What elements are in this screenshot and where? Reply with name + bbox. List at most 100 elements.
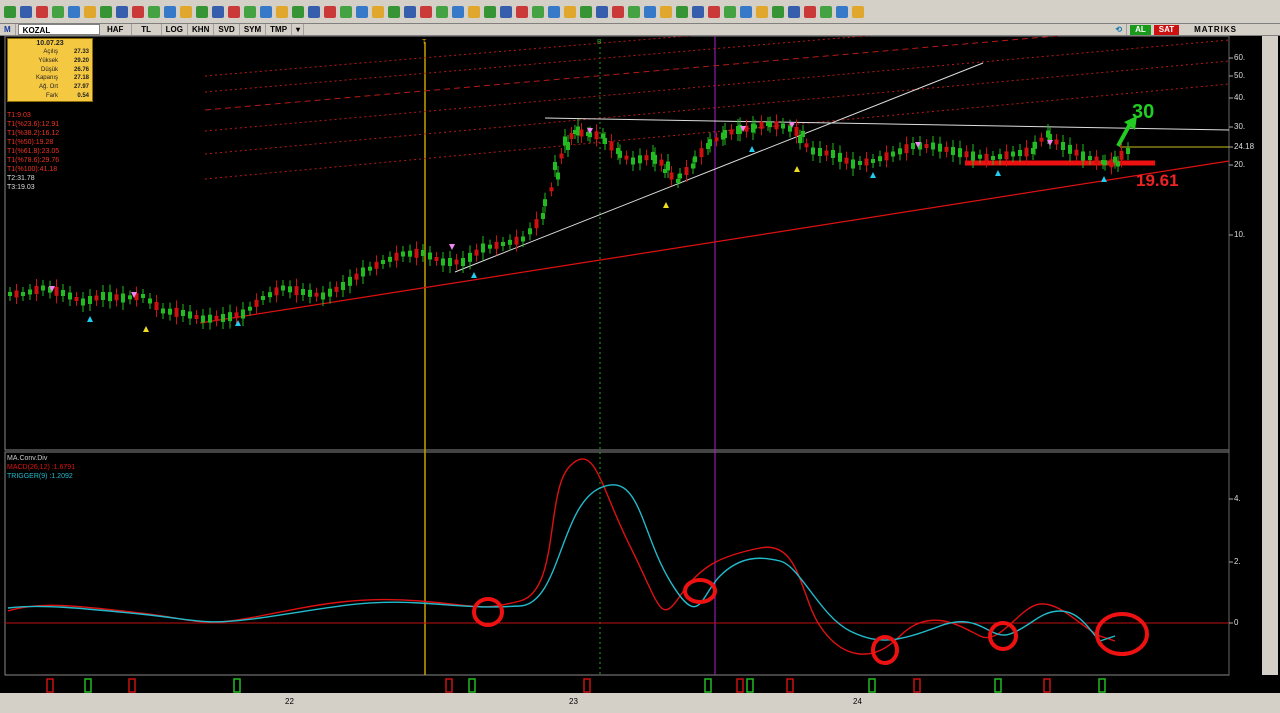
log-scale-button[interactable]: LOG [162,24,189,35]
candle-body [964,151,969,158]
candle-body [274,287,279,296]
buy-button[interactable]: AL [1130,24,1151,35]
channel-icon[interactable] [468,5,480,18]
channel-icon[interactable] [436,5,448,18]
candle-body [1081,151,1085,161]
sym-button[interactable]: SYM [240,24,267,35]
axis-tick-label: 30. [1234,122,1246,131]
speech-icon[interactable] [612,5,624,18]
tmp-button[interactable]: TMP [266,24,293,35]
chain-icon[interactable] [548,5,560,18]
period-button[interactable]: HAF [100,24,132,35]
candle-body [14,290,19,298]
shape-icon[interactable] [388,5,400,18]
text-icon[interactable] [180,5,192,18]
smiley-icon[interactable] [644,5,656,18]
magnet-icon[interactable] [100,5,112,18]
candle-body [951,147,955,155]
image-icon[interactable] [836,5,848,18]
currency-button[interactable]: TL [132,24,162,35]
candle-body [514,236,519,245]
equal-lines-icon[interactable] [164,5,176,18]
candle-body [938,143,942,152]
shape-icon[interactable] [372,5,384,18]
cursor-icon[interactable] [20,5,32,18]
arrow-icon[interactable] [788,5,800,18]
arrow-icon[interactable] [740,5,752,18]
candle-body [301,289,305,295]
arrow-icon[interactable] [692,5,704,18]
arrow-icon[interactable] [676,5,688,18]
buy-signal-arrow [1101,176,1107,182]
grid-icon[interactable] [532,5,544,18]
candle-body [381,260,385,264]
info-value: 27.33 [73,49,89,55]
candle-body [723,130,727,138]
pencil-icon[interactable] [260,5,272,18]
channel-icon[interactable] [516,5,528,18]
channel-icon[interactable] [484,5,496,18]
shape-icon[interactable] [308,5,320,18]
candle-body [368,266,372,271]
chain-icon[interactable] [564,5,576,18]
candle-body [221,314,225,322]
arrow-icon[interactable] [772,5,784,18]
equal-lines-icon[interactable] [148,5,160,18]
khn-button[interactable]: KHN [188,24,215,35]
highlight-circle [871,635,899,665]
mode-icon[interactable]: M [0,24,16,35]
candle-body [844,157,849,164]
crosshair-icon[interactable] [52,5,64,18]
erase-icon[interactable] [116,5,128,18]
candle-body [54,286,59,296]
yellow-signal-arrow [663,202,669,208]
zoom-icon[interactable] [804,5,816,18]
candle-body [838,152,842,162]
axis-tick-label: 60. [1234,53,1246,62]
candle-body [978,154,982,159]
channel-icon[interactable] [500,5,512,18]
line-icon[interactable] [196,5,208,18]
pencil-icon[interactable] [212,5,224,18]
symbol-input[interactable]: KOZAL [17,24,100,35]
line-icon[interactable] [68,5,80,18]
vertical-scrollbar[interactable] [1262,36,1278,675]
candle-body [74,297,79,301]
note-icon[interactable] [628,5,640,18]
candle-body [1011,151,1015,157]
ruler-icon[interactable] [292,5,304,18]
shape-icon[interactable] [340,5,352,18]
candle-body [268,292,272,298]
shape-icon[interactable] [324,5,336,18]
arrow-icon[interactable] [660,5,672,18]
pencil-icon[interactable] [244,5,256,18]
link-icon[interactable]: ⟲ [1111,24,1128,35]
symbol-bar: M KOZAL HAF TL LOG KHN SVD SYM TMP ▾ ⟲ A… [0,24,1280,36]
candle-body [441,258,445,266]
shape-icon[interactable] [404,5,416,18]
arrow-icon[interactable] [756,5,768,18]
channel-icon[interactable] [452,5,464,18]
svd-button[interactable]: SVD [214,24,240,35]
chain-icon[interactable] [596,5,608,18]
dropdown-icon[interactable]: ▾ [292,24,305,35]
candle-body [188,311,192,319]
pencil-icon[interactable] [276,5,288,18]
pencil-icon[interactable] [228,5,240,18]
price-chart[interactable]: TB [0,36,1280,693]
arrow-icon[interactable] [724,5,736,18]
lock-icon[interactable] [4,5,16,18]
shape-icon[interactable] [420,5,432,18]
fibonacci-icon[interactable] [84,5,96,18]
shape-icon[interactable] [356,5,368,18]
chain-icon[interactable] [580,5,592,18]
sell-button[interactable]: SAT [1153,24,1180,35]
candle-body [454,259,459,265]
candle-body [644,155,649,161]
arrow-icon[interactable] [708,5,720,18]
buy-signal-arrow [995,170,1001,176]
chart-icon[interactable] [852,5,864,18]
equal-lines-icon[interactable] [132,5,144,18]
zoom-icon[interactable] [820,5,832,18]
cursor-icon[interactable] [36,5,48,18]
